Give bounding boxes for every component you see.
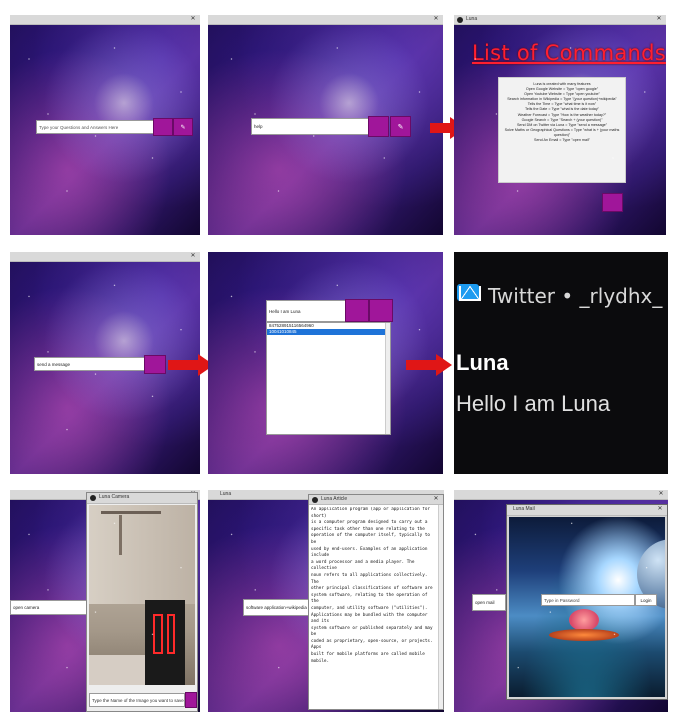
password-input[interactable]: Type in Password: [541, 594, 635, 606]
command-line: Solve Maths or Geographical Questions = …: [504, 127, 620, 137]
list-item-selected[interactable]: 10041010845: [267, 329, 390, 335]
login-button[interactable]: Login: [635, 594, 657, 606]
article-window: Luna Article ✕ An application program (a…: [308, 494, 444, 710]
island-image: [549, 629, 619, 641]
question-input[interactable]: open camera: [10, 600, 88, 615]
window-titlebar: ✕: [454, 490, 668, 500]
send-button[interactable]: [144, 355, 166, 374]
notification-sender: Luna: [456, 350, 509, 375]
article-window-titlebar: Luna Article ✕: [309, 495, 443, 505]
panel-open-camera: ✕ open camera Luna Camera Type the Name …: [10, 490, 200, 712]
notification-message: Hello I am Luna: [456, 391, 611, 416]
command-line: Weather Forecast = Type "How is the weat…: [517, 112, 607, 117]
camera-window: Luna Camera Type the Name of the Image y…: [86, 492, 198, 712]
window-titlebar: ✕: [10, 15, 200, 25]
mic-icon: ✎: [397, 123, 404, 131]
mail-icon: [457, 284, 481, 301]
app-icon: [457, 17, 463, 23]
camera-window-title: Luna Camera: [99, 494, 130, 500]
close-icon[interactable]: ✕: [656, 505, 664, 514]
computer-tower: [145, 600, 185, 685]
question-input[interactable]: send a message: [34, 357, 146, 371]
panel-open-mail: ✕ open mail Luna Mail ✕ Type in Password…: [454, 490, 668, 712]
mail-window-titlebar: Luna Mail ✕: [507, 505, 667, 516]
close-icon[interactable]: ✕: [655, 15, 663, 24]
question-input[interactable]: help: [251, 118, 369, 135]
mic-icon: ✎: [180, 124, 186, 131]
send-button[interactable]: [368, 116, 389, 137]
commands-list: Luna is created with many features Open …: [498, 77, 626, 183]
command-line: Send An Email = Type "open mail": [534, 138, 590, 143]
window-title: Luna: [220, 491, 232, 497]
window-titlebar: ✕: [208, 15, 443, 25]
article-window-title: Luna Article: [321, 496, 348, 502]
close-icon[interactable]: ✕: [657, 490, 665, 499]
close-icon[interactable]: ✕: [189, 15, 197, 24]
mail-window-title: Luna Mail: [513, 506, 535, 512]
window-titlebar: Luna ✕: [454, 15, 666, 25]
panel-wikipedia: Luna software application+wikipedia Luna…: [208, 490, 444, 712]
close-icon[interactable]: ✕: [189, 252, 197, 261]
mic-button[interactable]: ✎: [390, 116, 411, 137]
mic-button[interactable]: ✎: [173, 118, 193, 136]
question-input[interactable]: software application+wikipedia: [243, 599, 311, 616]
panel-type-help: ✕ help ✎: [208, 15, 443, 235]
close-commands-button[interactable]: [602, 193, 623, 212]
panel-twitter-notification: Twitter • _rlydhx_ • now Luna Hello I am…: [454, 252, 668, 474]
flow-arrow: [406, 354, 454, 376]
user-id-list[interactable]: 847528915116564960 10041010845: [266, 322, 391, 435]
mail-window: Luna Mail ✕ Type in Password Login: [506, 504, 668, 700]
scrollbar[interactable]: [438, 505, 443, 709]
camera-window-titlebar: Luna Camera: [87, 493, 197, 504]
article-text: An application program (app or applicati…: [311, 507, 433, 664]
commands-title: List of Commands: [472, 41, 666, 65]
window-title: Luna: [466, 16, 478, 22]
scrollbar[interactable]: [385, 323, 390, 434]
close-icon[interactable]: ✕: [432, 495, 440, 504]
tree-image: [569, 609, 599, 631]
window-titlebar: ✕: [10, 252, 200, 262]
question-input[interactable]: open mail: [472, 594, 506, 611]
panel-ask-question: ✕ Type your Questions and Answers Here ✎: [10, 15, 200, 235]
camera-app-icon: [90, 495, 96, 501]
article-app-icon: [312, 497, 318, 503]
back-button[interactable]: [369, 299, 393, 322]
mail-background-scene: [509, 517, 665, 697]
question-input[interactable]: Type your Questions and Answers Here: [36, 120, 154, 134]
image-name-input[interactable]: Type the Name of the Image you want to s…: [89, 693, 185, 707]
notification-header: Twitter • _rlydhx_ • now: [488, 284, 668, 308]
send-button[interactable]: [153, 118, 173, 136]
message-input[interactable]: Hello I am Luna: [266, 300, 346, 322]
save-image-button[interactable]: [185, 692, 197, 708]
camera-feed: [89, 505, 195, 685]
panel-commands: Luna ✕ List of Commands Luna is created …: [454, 15, 666, 235]
send-dm-button[interactable]: [345, 299, 369, 322]
close-icon[interactable]: ✕: [432, 15, 440, 24]
